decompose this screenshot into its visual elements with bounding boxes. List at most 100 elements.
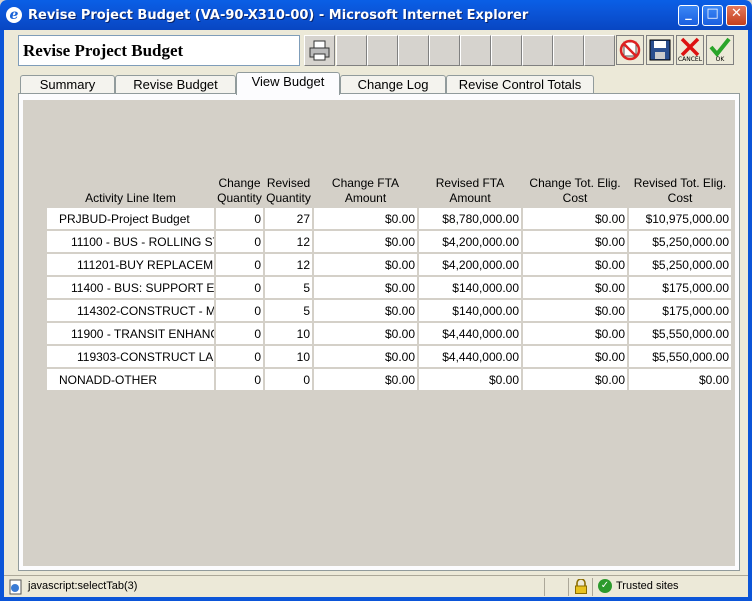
red-x-icon bbox=[680, 37, 700, 57]
window-content: Revise Project Budget CANCEL OK Summary … bbox=[4, 30, 748, 597]
column-header: Revised Quantity bbox=[266, 176, 311, 205]
page-icon bbox=[9, 579, 22, 595]
table-cell: $4,440,000.00 bbox=[419, 346, 521, 367]
table-cell: $140,000.00 bbox=[419, 300, 521, 321]
column-header: Revised FTA Amount bbox=[435, 176, 505, 205]
close-window-button[interactable]: ✕ bbox=[726, 5, 747, 26]
table-cell: 0 bbox=[216, 254, 263, 275]
table-cell: $5,550,000.00 bbox=[629, 323, 731, 344]
window-frame: Revise Project Budget CANCEL OK Summary … bbox=[0, 30, 752, 601]
table-cell: $10,975,000.00 bbox=[629, 208, 731, 229]
table-cell: $0.00 bbox=[523, 300, 627, 321]
column-header: Revised Tot. Elig. Cost bbox=[633, 176, 727, 205]
table-row: 11900 - TRANSIT ENHANCEMENTS010$0.00$4,4… bbox=[47, 323, 731, 344]
status-text: javascript:selectTab(3) bbox=[28, 580, 138, 592]
cancel-label: CANCEL bbox=[677, 56, 703, 63]
table-cell: 0 bbox=[216, 346, 263, 367]
table-cell: $0.00 bbox=[314, 369, 417, 390]
status-divider bbox=[568, 578, 569, 596]
toolbar-empty-slot bbox=[584, 35, 615, 66]
table-row: 111201-BUY REPLACEMENT012$0.00$4,200,000… bbox=[47, 254, 731, 275]
table-cell: 0 bbox=[265, 369, 312, 390]
internet-explorer-icon: e bbox=[6, 7, 22, 23]
table-cell: 0 bbox=[216, 323, 263, 344]
table-cell: $4,200,000.00 bbox=[419, 231, 521, 252]
table-cell: $0.00 bbox=[314, 346, 417, 367]
table-cell: $0.00 bbox=[523, 277, 627, 298]
budget-table: Activity Line Item Change Quantity Revis… bbox=[45, 174, 733, 392]
tab-revise-control-totals[interactable]: Revise Control Totals bbox=[446, 75, 594, 95]
status-divider bbox=[592, 578, 593, 596]
table-cell: $0.00 bbox=[523, 254, 627, 275]
table-row: 119303-CONSTRUCT LANDSCAPING010$0.00$4,4… bbox=[47, 346, 731, 367]
toolbar-empty-slot bbox=[336, 35, 367, 66]
window-title: Revise Project Budget (VA-90-X310-00) - … bbox=[28, 8, 529, 23]
activity-line-item: 11900 - TRANSIT ENHANCEMENTS bbox=[47, 323, 214, 344]
status-bar: javascript:selectTab(3) ✓ Trusted sites bbox=[4, 575, 748, 597]
table-cell: $0.00 bbox=[314, 208, 417, 229]
table-header-row: Activity Line Item Change Quantity Revis… bbox=[47, 176, 731, 206]
table-row: PRJBUD-Project Budget 0 27 $0.00 $8,780,000.… bbox=[47, 208, 731, 229]
table-cell: $4,440,000.00 bbox=[419, 323, 521, 344]
print-button[interactable] bbox=[304, 35, 335, 66]
table-cell: 10 bbox=[265, 323, 312, 344]
table-row: 11100 - BUS - ROLLING STOCK012$0.00$4,20… bbox=[47, 231, 731, 252]
activity-line-item: 114302-CONSTRUCT - MAINT bbox=[47, 300, 214, 321]
table-cell: $0.00 bbox=[314, 300, 417, 321]
table-cell: $0.00 bbox=[314, 231, 417, 252]
floppy-disk-icon bbox=[649, 39, 671, 61]
tab-view-budget[interactable]: View Budget bbox=[236, 72, 340, 95]
table-cell: $8,780,000.00 bbox=[419, 208, 521, 229]
activity-line-item: NONADD-OTHER bbox=[47, 369, 214, 390]
column-header: Change FTA Amount bbox=[331, 176, 400, 205]
table-cell: 0 bbox=[216, 300, 263, 321]
table-cell: 0 bbox=[216, 277, 263, 298]
security-zone: Trusted sites bbox=[616, 580, 679, 592]
tab-summary[interactable]: Summary bbox=[20, 75, 115, 95]
table-cell: $0.00 bbox=[523, 323, 627, 344]
table-row: 114302-CONSTRUCT - MAINT05$0.00$140,000.… bbox=[47, 300, 731, 321]
table-cell: $5,250,000.00 bbox=[629, 254, 731, 275]
table-cell: $0.00 bbox=[314, 323, 417, 344]
table-cell: $0.00 bbox=[523, 369, 627, 390]
column-header: Change Quantity bbox=[217, 176, 262, 205]
table-cell: $140,000.00 bbox=[419, 277, 521, 298]
activity-line-item: 11100 - BUS - ROLLING STOCK bbox=[47, 231, 214, 252]
table-cell: $0.00 bbox=[629, 369, 731, 390]
table-cell: $0.00 bbox=[523, 346, 627, 367]
maximize-button[interactable]: □ bbox=[702, 5, 723, 26]
table-cell: 5 bbox=[265, 277, 312, 298]
title-bar: e Revise Project Budget (VA-90-X310-00) … bbox=[0, 0, 752, 30]
toolbar-empty-slot bbox=[553, 35, 584, 66]
table-row: 11400 - BUS: SUPPORT EQUIP05 $0.00$140,00… bbox=[47, 277, 731, 298]
table-cell: $0.00 bbox=[314, 254, 417, 275]
table-cell: 0 bbox=[216, 231, 263, 252]
no-print-icon bbox=[619, 39, 641, 61]
status-divider bbox=[544, 578, 545, 596]
tab-change-log[interactable]: Change Log bbox=[340, 75, 446, 95]
table-cell: 27 bbox=[265, 208, 312, 229]
table-cell: $5,550,000.00 bbox=[629, 346, 731, 367]
table-cell: 0 bbox=[216, 208, 263, 229]
ok-button[interactable]: OK bbox=[706, 35, 734, 65]
no-print-button[interactable] bbox=[616, 35, 644, 65]
activity-line-item: 111201-BUY REPLACEMENT bbox=[47, 254, 214, 275]
cancel-button[interactable]: CANCEL bbox=[676, 35, 704, 65]
table-cell: 10 bbox=[265, 346, 312, 367]
activity-line-item: 11400 - BUS: SUPPORT EQUIP bbox=[47, 277, 214, 298]
table-cell: $4,200,000.00 bbox=[419, 254, 521, 275]
minimize-button[interactable]: _ bbox=[678, 5, 699, 26]
page-title: Revise Project Budget bbox=[18, 35, 300, 66]
toolbar-empty-slot bbox=[398, 35, 429, 66]
toolbar-empty-slot bbox=[522, 35, 553, 66]
table-cell: $0.00 bbox=[419, 369, 521, 390]
ok-label: OK bbox=[715, 56, 725, 63]
tab-panel: Activity Line Item Change Quantity Revis… bbox=[18, 93, 740, 571]
table-row: NONADD-OTHER 0 0 $0.00 $0.00 $0.00 $0.00 bbox=[47, 369, 731, 390]
toolbar-empty-slot bbox=[491, 35, 522, 66]
tab-revise-budget[interactable]: Revise Budget bbox=[115, 75, 236, 95]
trusted-sites-check-icon: ✓ bbox=[598, 579, 612, 593]
table-cell: $175,000.00 bbox=[629, 277, 731, 298]
table-cell: $0.00 bbox=[523, 231, 627, 252]
save-button[interactable] bbox=[646, 35, 674, 65]
